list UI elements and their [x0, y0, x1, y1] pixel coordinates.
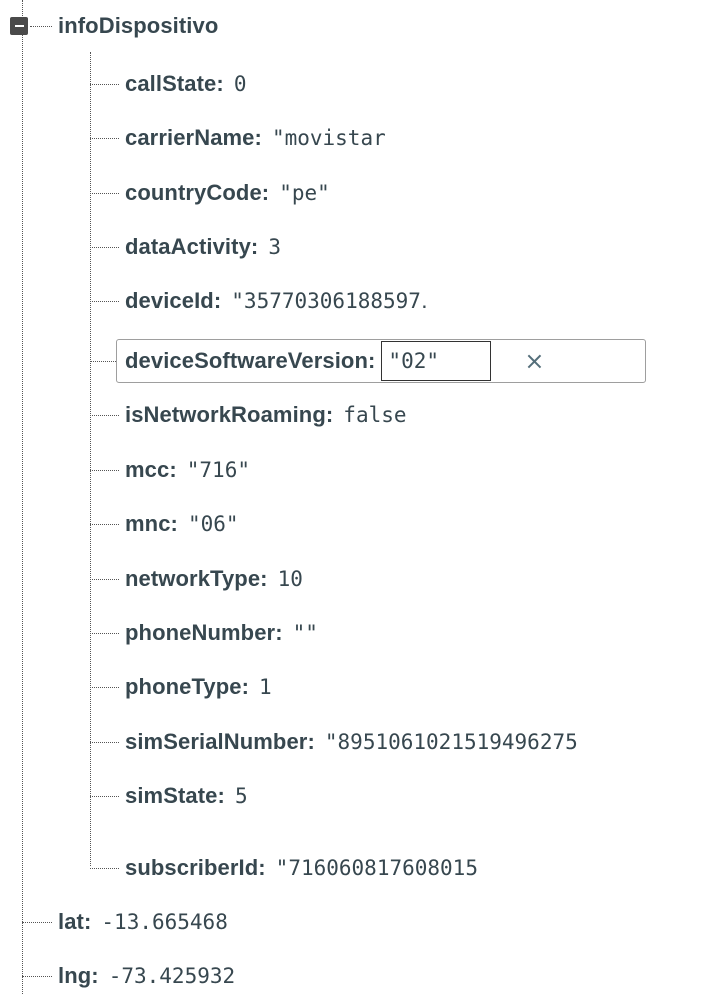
tree-connector	[90, 300, 119, 302]
tree-item-countryCode[interactable]: countryCode: "pe"	[90, 175, 690, 211]
tree-item-mnc[interactable]: mnc: "06"	[90, 506, 690, 542]
item-key: lng:	[58, 963, 99, 988]
item-value[interactable]: 3	[268, 235, 281, 259]
tree-connector	[22, 975, 52, 977]
item-value[interactable]: "716"	[187, 458, 250, 482]
tree-item-callState[interactable]: callState: 0	[90, 66, 690, 102]
item-key: countryCode:	[125, 180, 270, 205]
json-tree-view: infoDispositivo callState: 0 carrierName…	[0, 0, 713, 1000]
tree-item-carrierName[interactable]: carrierName: "movistar	[90, 120, 475, 156]
item-value[interactable]: 10	[278, 567, 303, 591]
tree-item-isNetworkRoaming[interactable]: isNetworkRoaming: false	[90, 397, 488, 433]
tree-item-subscriberId[interactable]: subscriberId: "716060817608015	[90, 848, 583, 888]
tree-connector	[90, 795, 119, 797]
tree-connector	[90, 83, 119, 85]
tree-connector	[90, 360, 116, 362]
item-key: lat:	[58, 909, 92, 934]
tree-connector	[90, 578, 119, 580]
item-key: callState:	[125, 71, 224, 96]
item-key: simState:	[125, 783, 225, 808]
tree-item-mcc[interactable]: mcc: "716"	[90, 452, 690, 488]
item-key: phoneType:	[125, 674, 250, 699]
node-key: infoDispositivo	[58, 13, 219, 38]
tree-connector	[90, 867, 119, 869]
item-value[interactable]: "8951061021519496275	[325, 730, 578, 754]
item-key: mnc:	[125, 511, 178, 536]
tree-item-lat[interactable]: lat: -13.665468	[22, 904, 290, 940]
tree-connector	[30, 25, 52, 27]
item-value[interactable]: "movistar	[272, 126, 386, 150]
item-key: networkType:	[125, 566, 268, 591]
tree-connector	[90, 523, 119, 525]
tree-item-deviceSoftwareVersion-editor[interactable]: deviceSoftwareVersion: ×	[90, 338, 646, 384]
tree-connector	[90, 686, 119, 688]
tree-guide-line	[22, 0, 23, 994]
item-value[interactable]: "pe"	[279, 181, 330, 205]
item-key: subscriberId:	[125, 855, 266, 880]
item-value[interactable]: "716060817608015	[276, 856, 478, 880]
item-value[interactable]: "06"	[188, 512, 239, 536]
close-icon[interactable]: ×	[519, 346, 549, 376]
tree-item-simSerialNumber[interactable]: simSerialNumber: "8951061021519496275	[90, 724, 713, 760]
tree-connector	[90, 632, 119, 634]
tree-item-lng[interactable]: lng: -73.425932	[22, 958, 622, 994]
tree-connector	[90, 192, 119, 194]
item-key: isNetworkRoaming:	[125, 402, 334, 427]
inline-edit-box[interactable]: deviceSoftwareVersion: ×	[116, 339, 646, 383]
item-key: deviceId:	[125, 288, 222, 313]
tree-item-dataActivity[interactable]: dataActivity: 3	[90, 229, 690, 265]
item-key: deviceSoftwareVersion:	[125, 348, 376, 373]
item-value[interactable]: -73.425932	[109, 964, 235, 988]
item-value[interactable]: 5	[235, 784, 248, 808]
tree-connector	[22, 921, 52, 923]
item-key: carrierName:	[125, 125, 262, 150]
tree-item-phoneType[interactable]: phoneType: 1	[90, 669, 690, 705]
item-value[interactable]: -13.665468	[101, 910, 227, 934]
item-key: mcc:	[125, 457, 177, 482]
item-value[interactable]: false	[343, 403, 406, 427]
collapse-toggle-icon[interactable]	[10, 17, 28, 35]
value-input[interactable]	[381, 341, 492, 381]
tree-item-deviceId[interactable]: deviceId: "35770306188597․	[90, 283, 528, 319]
item-key: dataActivity:	[125, 234, 259, 259]
item-value[interactable]: 1	[259, 675, 272, 699]
item-value[interactable]: 0	[234, 72, 247, 96]
item-value[interactable]: "35770306188597․	[231, 289, 428, 313]
tree-connector	[90, 414, 119, 416]
tree-connector	[90, 469, 119, 471]
tree-connector	[90, 741, 119, 743]
tree-item-phoneNumber[interactable]: phoneNumber: ""	[90, 615, 690, 651]
tree-connector	[90, 246, 119, 248]
tree-connector	[90, 137, 119, 139]
tree-item-simState[interactable]: simState: 5	[90, 778, 690, 814]
tree-node-infoDispositivo[interactable]: infoDispositivo	[30, 8, 218, 44]
item-key: phoneNumber:	[125, 620, 283, 645]
item-key: simSerialNumber:	[125, 729, 315, 754]
tree-item-networkType[interactable]: networkType: 10	[90, 561, 357, 597]
item-value[interactable]: ""	[293, 621, 318, 645]
